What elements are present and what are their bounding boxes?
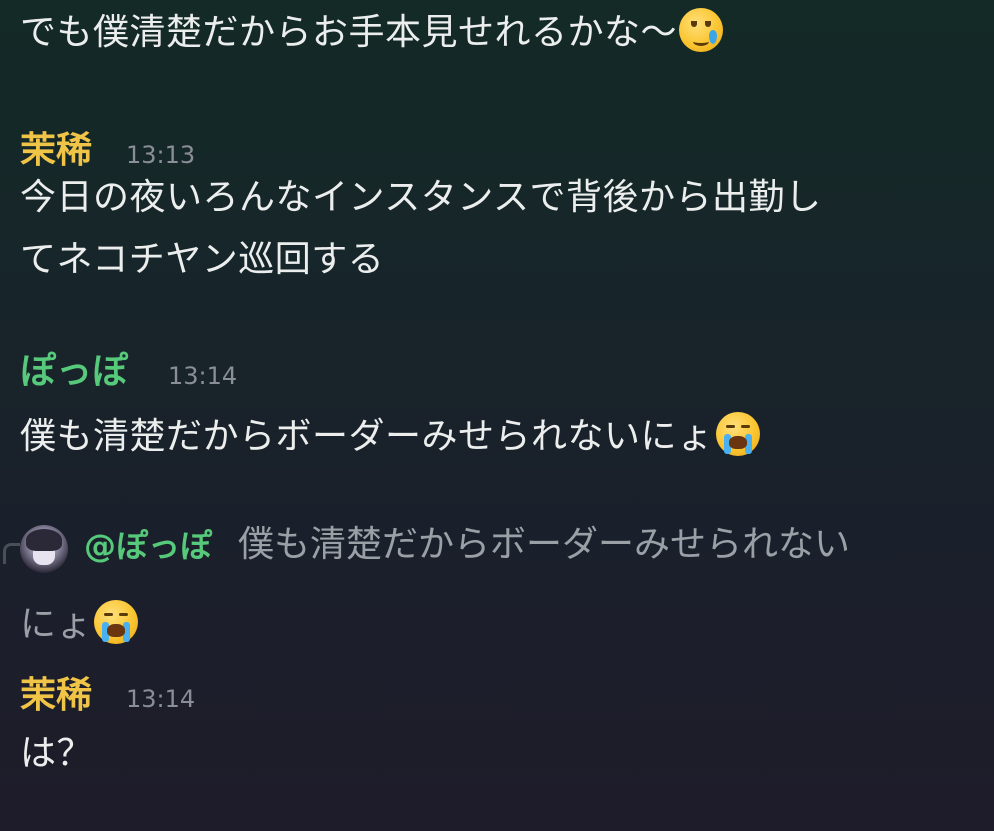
reply-preview-text-line-1[interactable]: 僕も清楚だからボーダーみせられない — [238, 525, 850, 565]
message-text: 僕も清楚だからボーダーみせられないにょ — [20, 416, 714, 457]
reply-preview-text: にょ — [20, 604, 93, 645]
message-continuation: でも僕清楚だからお手本見せれるかな〜 — [20, 8, 724, 53]
message-text-line-2: てネコチヤン巡回する — [20, 239, 385, 280]
reply-preview-text-line-2[interactable]: にょ — [20, 600, 139, 645]
reply-connector — [3, 543, 20, 564]
loudly-crying-icon — [94, 600, 139, 644]
message-timestamp: 13:13 — [126, 141, 196, 169]
message-text: は？ — [20, 733, 94, 774]
tear-smile-icon — [679, 8, 724, 52]
chat-log: でも僕清楚だからお手本見せれるかな〜 茉稀 13:13 今日の夜いろんなインスタ… — [0, 0, 994, 831]
avatar[interactable] — [20, 525, 68, 573]
loudly-crying-icon — [715, 412, 760, 456]
message-text: でも僕清楚だからお手本見せれるかな〜 — [20, 12, 678, 53]
message-body: 僕も清楚だからボーダーみせられないにょ — [20, 412, 760, 457]
message-author[interactable]: ぽっぽ — [20, 352, 128, 392]
reply-mention[interactable]: @ぽっぽ — [84, 526, 212, 566]
message-author[interactable]: 茉稀 — [20, 676, 92, 716]
message-timestamp: 13:14 — [168, 362, 238, 390]
message-text-line-1: 今日の夜いろんなインスタンスで背後から出勤し — [20, 177, 822, 218]
message-timestamp: 13:14 — [126, 685, 196, 713]
message-author[interactable]: 茉稀 — [20, 131, 92, 171]
